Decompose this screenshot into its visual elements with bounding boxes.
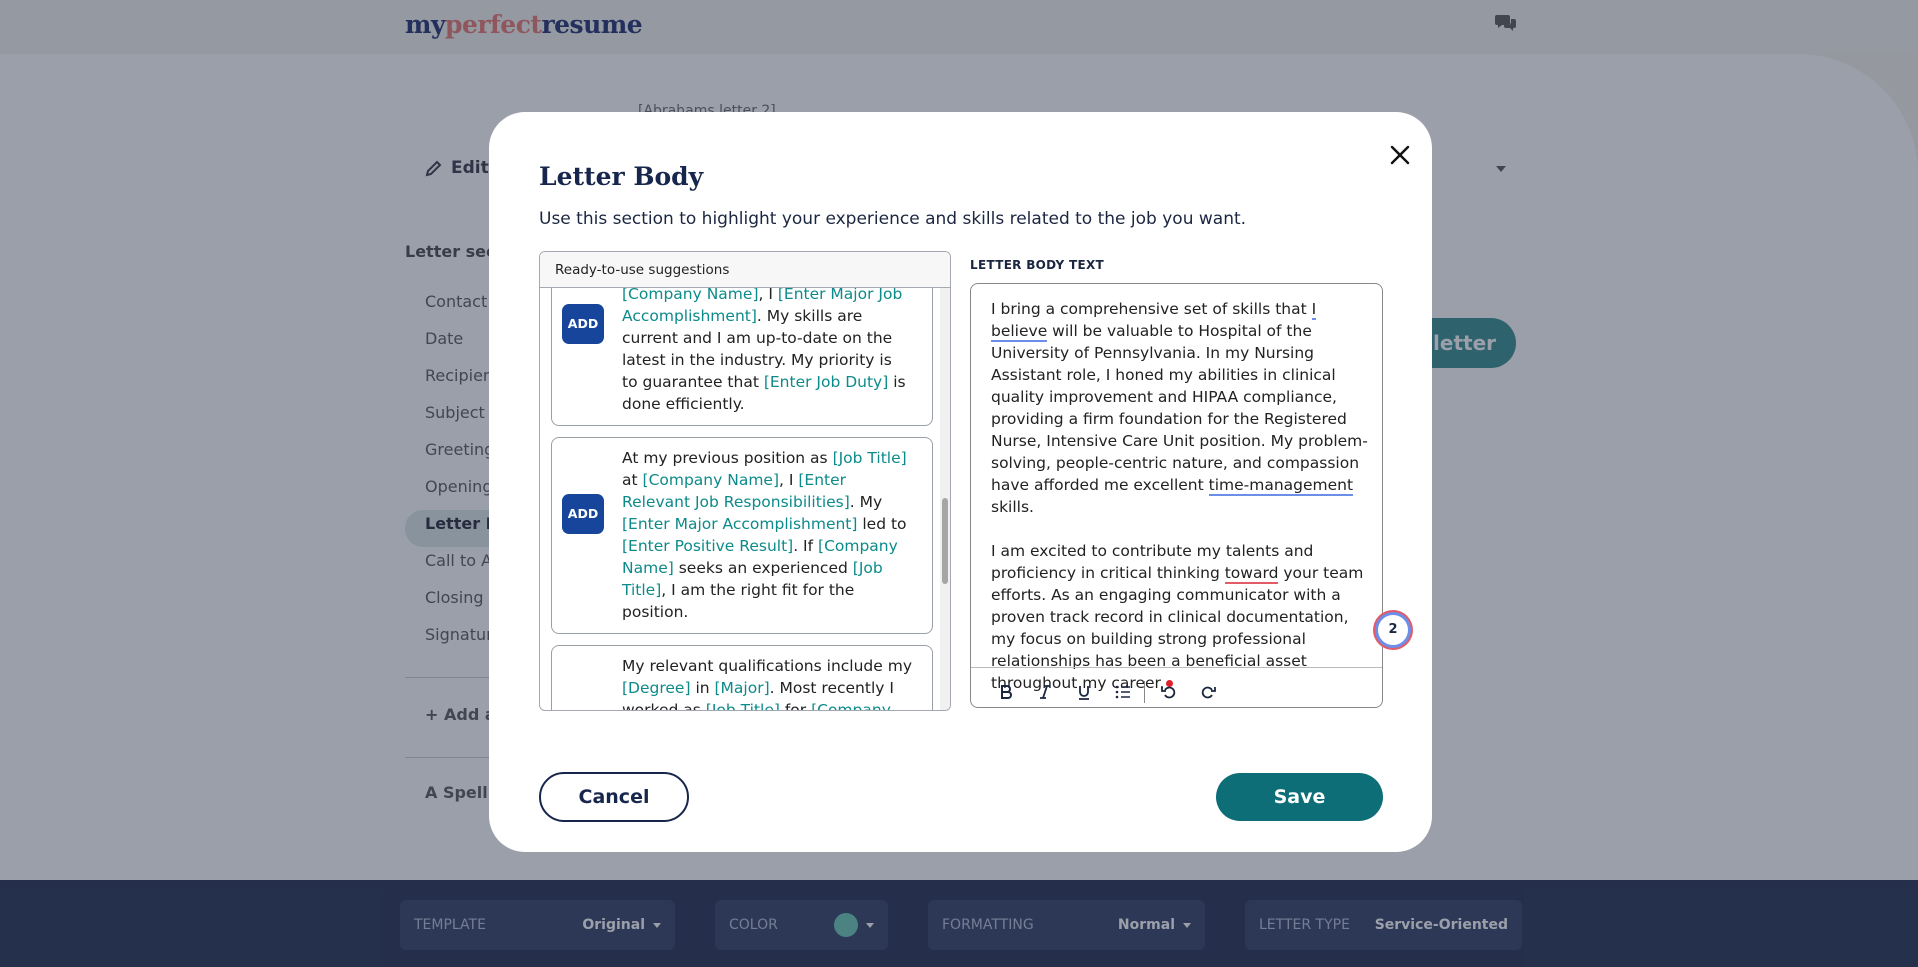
letter-body-editor[interactable]: I bring a comprehensive set of skills th…: [970, 283, 1383, 708]
text-run: , I: [779, 471, 799, 489]
suggestions-header: Ready-to-use suggestions: [540, 252, 950, 288]
scrollbar[interactable]: [940, 288, 950, 710]
text-run: seeks an experienced: [673, 559, 853, 577]
paragraph: I bring a comprehensive set of skills th…: [991, 298, 1369, 518]
modal-title: Letter Body: [539, 162, 704, 191]
text-run: your team efforts. As an engaging commun…: [991, 564, 1364, 692]
text-run: skills.: [991, 498, 1034, 516]
add-suggestion-button[interactable]: ADD: [562, 494, 604, 534]
letter-body-modal: Letter Body Use this section to highligh…: [489, 112, 1432, 852]
undo-icon[interactable]: [1154, 677, 1184, 707]
text-run: I bring a comprehensive set of skills th…: [991, 300, 1312, 318]
close-icon[interactable]: [1385, 140, 1415, 170]
text-run: led to: [857, 515, 907, 533]
editor-label: LETTER BODY TEXT: [970, 258, 1105, 272]
grammar-suggestion[interactable]: time-management: [1208, 476, 1354, 496]
placeholder-token: [Job Title]: [832, 449, 907, 467]
editor-text[interactable]: I bring a comprehensive set of skills th…: [991, 298, 1369, 716]
text-run: . My: [849, 493, 883, 511]
toolbar-divider: [971, 667, 1382, 668]
text-run: at: [622, 471, 643, 489]
placeholder-token: [Job Title]: [705, 701, 780, 711]
add-suggestion-button[interactable]: ADD: [562, 304, 604, 344]
suggestion-card[interactable]: At my previous position as [Job Title] a…: [551, 437, 933, 634]
suggestion-text: At my previous position as [Job Title] a…: [622, 447, 912, 623]
spelling-issue-badge[interactable]: 2: [1375, 612, 1411, 648]
italic-icon[interactable]: [1030, 677, 1060, 707]
placeholder-token: [Company Name]: [622, 288, 759, 303]
save-button[interactable]: Save: [1216, 773, 1383, 821]
modal-subtitle: Use this section to highlight your exper…: [539, 209, 1247, 229]
placeholder-token: [Major]: [714, 679, 770, 697]
text-run: . If: [793, 537, 819, 555]
placeholder-token: [Company Name]: [642, 471, 780, 489]
text-run: My relevant qualifications include my: [622, 657, 912, 675]
bold-icon[interactable]: [991, 677, 1021, 707]
suggestion-text: My relevant qualifications include my [D…: [622, 655, 912, 711]
suggestion-card[interactable]: [Company Name], I [Enter Major Job Accom…: [551, 288, 933, 426]
suggestions-panel: Ready-to-use suggestions [Company Name],…: [539, 251, 951, 711]
placeholder-token: [Enter Job Duty]: [763, 373, 889, 391]
text-run: , I: [758, 288, 778, 303]
scrollbar-thumb[interactable]: [942, 498, 948, 584]
placeholder-token: [Enter Major Accomplishment]: [622, 515, 858, 533]
underline-icon[interactable]: [1069, 677, 1099, 707]
placeholder-token: [Degree]: [622, 679, 691, 697]
text-run: in: [690, 679, 715, 697]
text-run: for: [779, 701, 812, 711]
suggestions-list[interactable]: [Company Name], I [Enter Major Job Accom…: [540, 288, 950, 711]
text-run: At my previous position as: [622, 449, 833, 467]
suggestion-card[interactable]: My relevant qualifications include my [D…: [551, 645, 933, 711]
suggestion-text: [Company Name], I [Enter Major Job Accom…: [622, 288, 912, 415]
format-toolbar: [991, 677, 1232, 707]
redo-icon[interactable]: [1193, 677, 1223, 707]
cancel-button[interactable]: Cancel: [539, 772, 689, 822]
paragraph: I am excited to contribute my talents an…: [991, 540, 1369, 694]
spelling-suggestion[interactable]: toward: [1224, 564, 1279, 584]
text-run: will be valuable to Hospital of the Univ…: [991, 322, 1368, 494]
placeholder-token: [Enter Positive Result]: [622, 537, 794, 555]
bullet-list-icon[interactable]: [1108, 677, 1138, 707]
toolbar-separator: [1144, 681, 1145, 703]
